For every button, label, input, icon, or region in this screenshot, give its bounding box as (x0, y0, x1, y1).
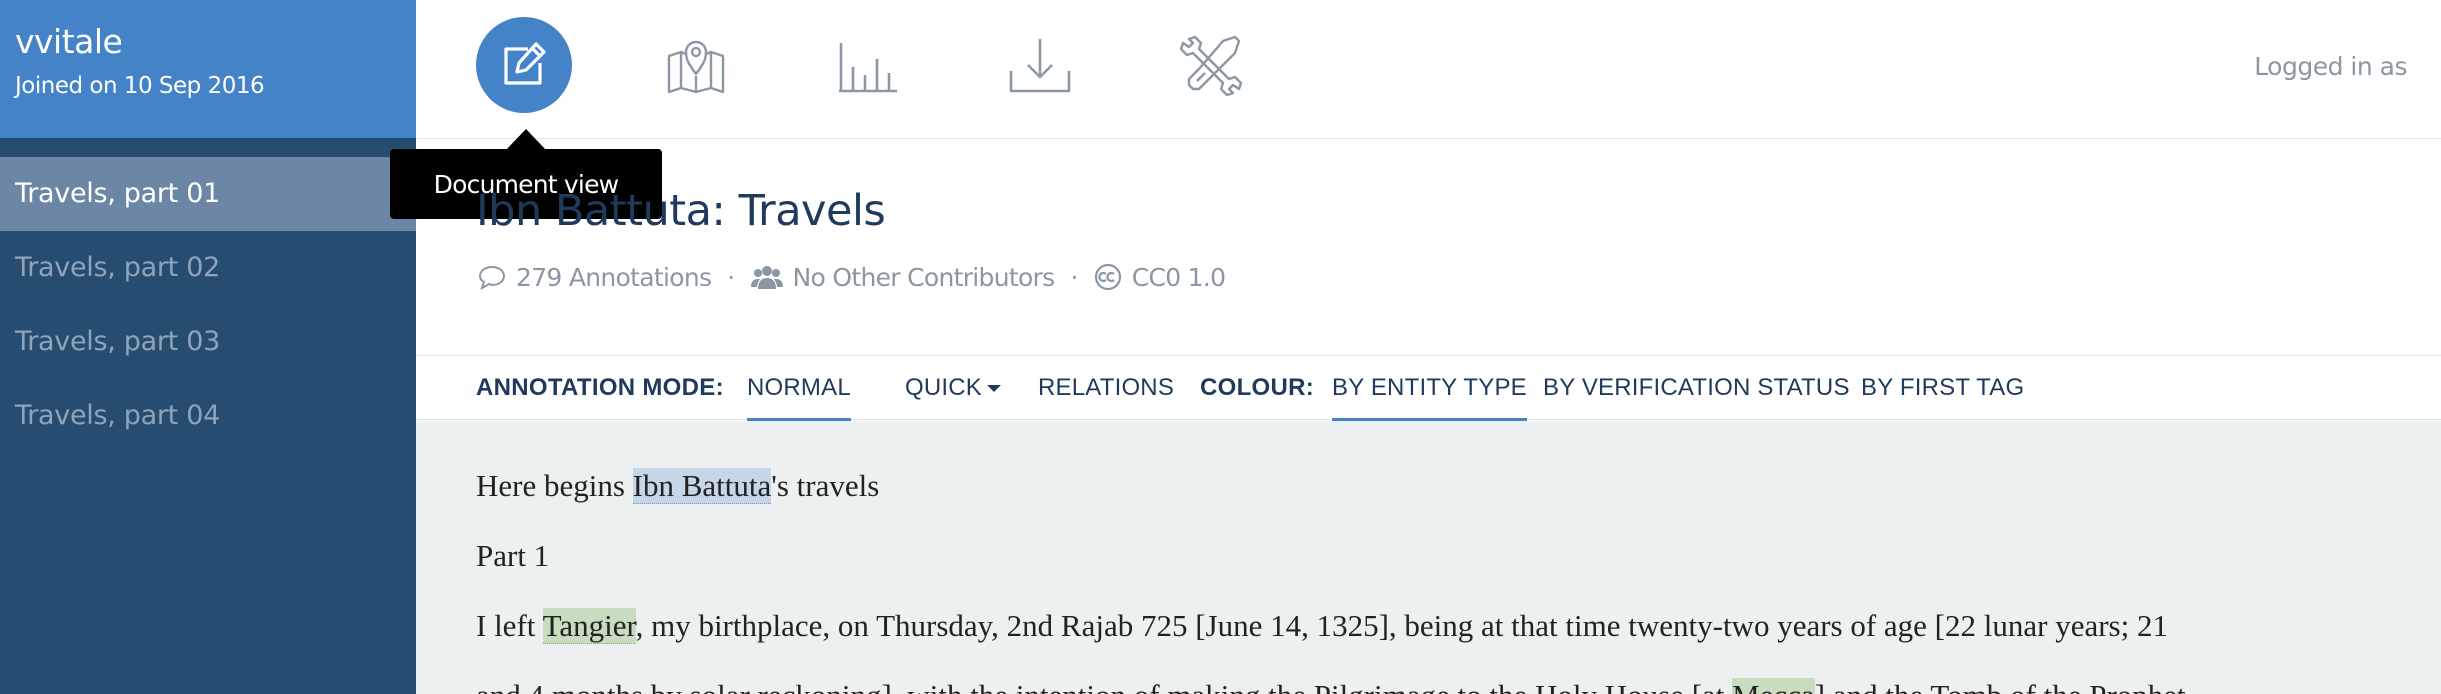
map-view-button[interactable] (648, 17, 744, 113)
map-icon (667, 40, 725, 94)
download-icon (1009, 39, 1071, 93)
users-icon (750, 265, 783, 289)
meta-separator: · (1070, 262, 1078, 292)
text-span: , my birthplace, on Thursday, 2nd Rajab … (635, 608, 2168, 643)
mode-normal[interactable]: NORMAL (747, 374, 851, 425)
colour-by-first-tag[interactable]: BY FIRST TAG (1861, 374, 2024, 418)
contributors-label[interactable]: No Other Contributors (793, 263, 1056, 292)
document-title: Ibn Battuta: Travels (476, 186, 886, 236)
text-line[interactable]: Here begins Ibn Battuta's travels (476, 468, 879, 504)
edit-document-icon (504, 42, 546, 85)
tooltip-arrow (506, 129, 546, 150)
username[interactable]: vvitale (15, 22, 123, 61)
top-toolbar: Logged in as (416, 0, 2441, 139)
annotation-mode-label: ANNOTATION MODE: (476, 374, 724, 401)
text-line[interactable]: I left Tangier, my birthplace, on Thursd… (476, 608, 2168, 644)
doc-part-03[interactable]: Travels, part 03 (0, 305, 416, 379)
document-view-button[interactable] (476, 17, 572, 113)
settings-button[interactable] (1164, 17, 1260, 113)
text-span: 's travels (771, 468, 880, 503)
entity-annotation-person[interactable]: Ibn Battuta (632, 468, 772, 504)
mode-relations[interactable]: RELATIONS (1038, 374, 1174, 418)
text-span: ] and the Tomb of the Prophet (1815, 678, 2186, 694)
joined-date: Joined on 10 Sep 2016 (15, 73, 265, 99)
text-span: Here begins (476, 468, 633, 503)
colour-by-verification-status[interactable]: BY VERIFICATION STATUS (1543, 374, 1850, 418)
entity-annotation-place[interactable]: Mecca (1732, 678, 1815, 694)
license-label[interactable]: CC0 1.0 (1132, 263, 1226, 292)
doc-part-01[interactable]: Travels, part 01 (0, 157, 416, 231)
doc-part-04[interactable]: Travels, part 04 (0, 379, 416, 453)
stats-view-button[interactable] (820, 17, 916, 113)
bar-chart-icon (839, 43, 897, 93)
meta-separator: · (727, 262, 735, 292)
logged-in-label[interactable]: Logged in as (2254, 52, 2407, 81)
download-button[interactable] (992, 17, 1088, 113)
creative-commons-icon (1094, 263, 1122, 291)
comment-icon (478, 264, 506, 290)
annotation-count[interactable]: 279 Annotations (516, 263, 712, 292)
annotation-toolbar: ANNOTATION MODE: NORMAL QUICK RELATIONS … (416, 355, 2441, 425)
mode-quick[interactable]: QUICK (905, 374, 1002, 418)
document-meta: 279 Annotations · No Other Contributors … (478, 261, 1226, 293)
sidebar: vvitale Joined on 10 Sep 2016 Travels, p… (0, 0, 416, 694)
tools-icon (1179, 35, 1243, 97)
mode-quick-label: QUICK (905, 374, 983, 401)
user-profile-header[interactable]: vvitale Joined on 10 Sep 2016 (0, 0, 416, 138)
doc-part-02[interactable]: Travels, part 02 (0, 231, 416, 305)
document-text-area[interactable]: Here begins Ibn Battuta's travels Part 1… (416, 421, 2441, 694)
text-line[interactable]: and 4 months by solar reckoning], with t… (476, 678, 2186, 694)
colour-by-entity-type[interactable]: BY ENTITY TYPE (1332, 374, 1527, 425)
text-line[interactable]: Part 1 (476, 538, 549, 574)
text-span: I left (476, 608, 543, 643)
colour-label: COLOUR: (1200, 374, 1315, 401)
caret-down-icon (987, 385, 1002, 393)
text-span: and 4 months by solar reckoning], with t… (476, 678, 1732, 694)
entity-annotation-place[interactable]: Tangier (542, 608, 636, 644)
